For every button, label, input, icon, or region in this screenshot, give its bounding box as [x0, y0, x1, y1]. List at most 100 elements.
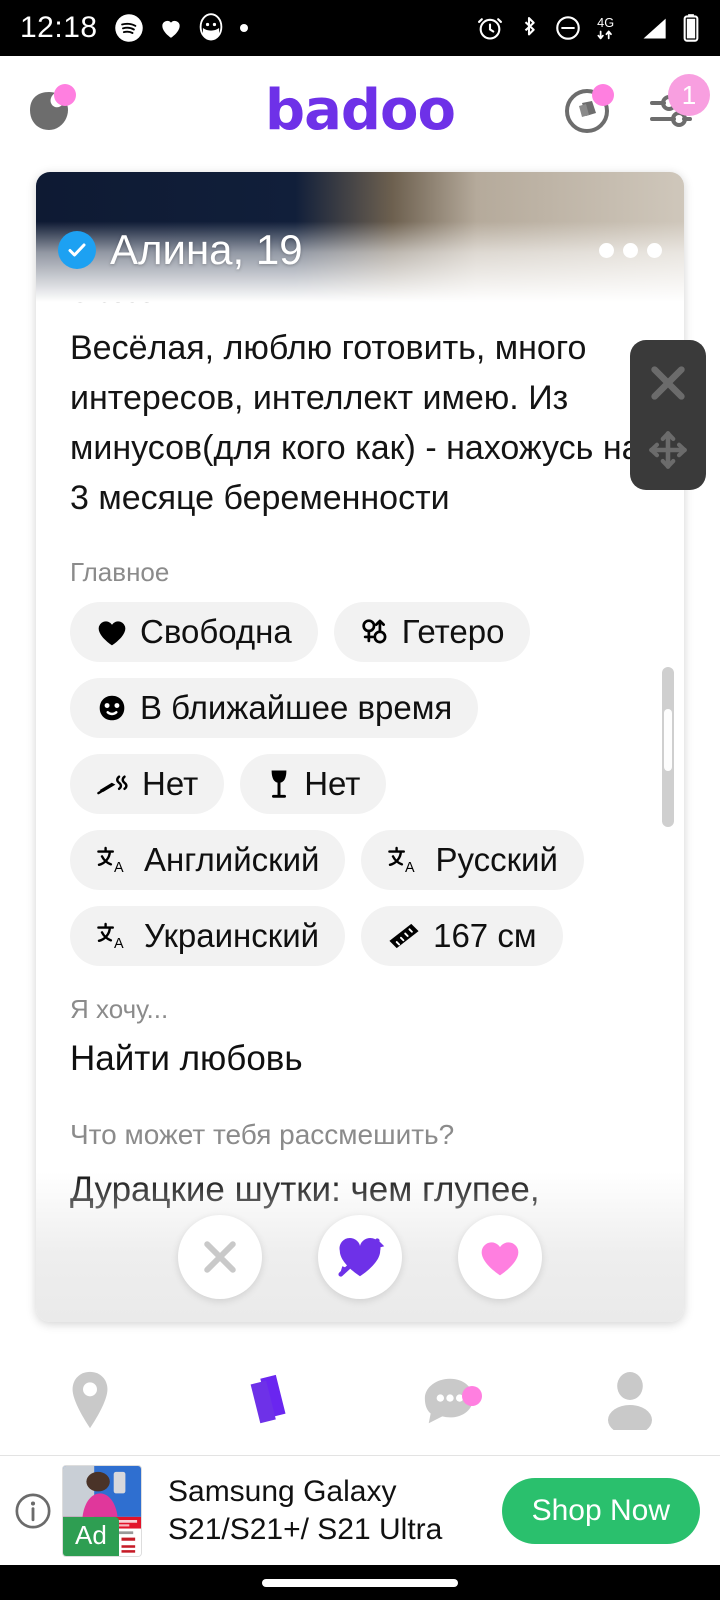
svg-text:A: A — [114, 936, 124, 951]
chip-label: Русский — [435, 840, 558, 878]
profile-name: Алина, 19 — [110, 226, 303, 273]
svg-text:A: A — [405, 860, 415, 875]
chip-label: Нет — [304, 764, 361, 802]
profile-chip-row-2: В ближайшее время — [70, 677, 650, 738]
chip-label: Гетеро — [401, 613, 505, 650]
chip-kids[interactable]: В ближайшее время — [70, 677, 479, 738]
no-smoking-icon — [97, 775, 128, 795]
profile-chip-row-4: A Английский A Русский — [70, 829, 650, 890]
wine-glass-icon — [271, 770, 287, 798]
heart-icon — [481, 1242, 519, 1276]
chip-smoking[interactable]: Нет — [70, 753, 225, 814]
profile-notification-dot — [54, 84, 76, 106]
chip-relationship-status[interactable]: Свободна — [70, 602, 318, 662]
profile-card[interactable]: Алина, 19 О себе Весёлая, люблю готовить… — [36, 172, 684, 1322]
want-value: Найти любовь — [70, 1038, 303, 1078]
4g-data-icon: 4G — [597, 16, 614, 40]
ruler-icon — [389, 923, 419, 948]
face-mask-icon — [199, 13, 222, 41]
chip-label: 167 см — [433, 916, 537, 954]
chat-notification-dot — [462, 1386, 482, 1406]
like-button[interactable] — [458, 1215, 542, 1299]
header-profile-button[interactable] — [20, 80, 82, 142]
status-bar-notification-icons — [114, 13, 250, 43]
profile-details: О себе Весёлая, люблю готовить, много ин… — [36, 302, 684, 1322]
bluetooth-icon — [524, 17, 535, 36]
chip-language-english[interactable]: A Английский — [70, 829, 346, 890]
nav-encounters[interactable] — [180, 1369, 360, 1431]
filter-badge: 1 — [668, 74, 710, 116]
baby-icon — [99, 695, 125, 721]
chip-label: В ближайшее время — [140, 688, 453, 726]
samsung-ad-thumbnail[interactable]: Ad — [62, 1464, 142, 1557]
floating-overlay-widget[interactable] — [630, 340, 706, 490]
nav-nearby[interactable] — [0, 1369, 180, 1431]
shop-now-button[interactable]: Shop Now — [501, 1477, 700, 1544]
chip-language-russian[interactable]: A Русский — [361, 829, 584, 890]
home-gesture-pill[interactable] — [262, 1578, 458, 1587]
close-icon[interactable] — [645, 360, 691, 406]
status-bar-system-icons: 4G — [476, 13, 700, 43]
profile-bubble-icon-wrap[interactable] — [20, 82, 78, 140]
nav-chat[interactable] — [360, 1372, 540, 1428]
alarm-icon — [477, 18, 503, 40]
translate-icon: A — [97, 846, 124, 875]
move-handle-icon[interactable] — [647, 429, 689, 471]
dot-icon — [239, 24, 248, 32]
nav-profile[interactable] — [540, 1370, 720, 1430]
encounters-notification-dot — [592, 84, 614, 106]
profile-chip-row-1: Свободна Гетеро — [70, 602, 650, 662]
ad-badge: Ad — [63, 1516, 119, 1556]
profile-name-row: Алина, 19 — [36, 220, 684, 280]
chip-drinking[interactable]: Нет — [240, 753, 387, 814]
ad-title: Samsung Galaxy S21/S21+/ S21 Ultra — [168, 1474, 443, 1546]
chip-label: Свободна — [140, 613, 292, 650]
profile-chip-row-5: A Украинский 167 см — [70, 905, 650, 966]
profile-bio: Весёлая, люблю готовить, много интересов… — [70, 329, 641, 517]
more-options-icon[interactable] — [599, 242, 662, 258]
chip-label: Нет — [142, 764, 199, 802]
status-bar: 12:18 4G — [0, 0, 720, 56]
about-section-label: О себе — [70, 302, 650, 309]
person-icon — [608, 1372, 652, 1430]
translate-icon: A — [388, 846, 415, 875]
chip-label: Украинский — [144, 916, 320, 954]
battery-icon — [683, 14, 699, 42]
do-not-disturb-icon — [556, 16, 580, 40]
hetero-gender-icon — [362, 619, 387, 644]
status-bar-clock: 12:18 — [20, 11, 98, 44]
svg-text:4G: 4G — [597, 16, 614, 30]
heart-icon — [161, 20, 180, 38]
superpower-button[interactable] — [318, 1215, 402, 1299]
card-scrollbar-thumb[interactable] — [664, 709, 672, 771]
encounters-button[interactable] — [558, 82, 616, 140]
question-answer: Дурацкие шутки: чем глупее, — [70, 1169, 540, 1209]
heart-icon — [98, 621, 126, 646]
signal-icon — [643, 18, 666, 39]
chip-language-ukrainian[interactable]: A Украинский — [70, 905, 346, 966]
filter-button[interactable]: 1 — [642, 74, 710, 140]
close-icon — [204, 1241, 236, 1273]
want-section-label: Я хочу... — [70, 993, 169, 1024]
profile-action-buttons — [0, 1215, 720, 1299]
pass-button[interactable] — [178, 1215, 262, 1299]
info-icon[interactable] — [14, 1492, 52, 1530]
cupid-heart-icon — [338, 1237, 385, 1277]
chip-height[interactable]: 167 см — [361, 905, 563, 966]
spotify-icon — [114, 14, 143, 42]
location-pin-icon — [72, 1371, 108, 1429]
translate-icon: A — [97, 922, 124, 951]
verified-badge-icon — [58, 231, 96, 269]
chip-label: Английский — [144, 840, 320, 878]
chip-sexuality[interactable]: Гетеро — [333, 602, 531, 662]
ad-banner[interactable]: Ad Samsung Galaxy S21/S21+/ S21 Ultra Sh… — [0, 1455, 720, 1565]
question-label: Что может тебя рассмешить? — [70, 1118, 455, 1150]
app-header: badoo 1 — [0, 56, 720, 166]
bottom-navigation — [0, 1345, 720, 1455]
profile-chip-row-3: Нет Нет — [70, 753, 650, 814]
header-actions: 1 — [558, 74, 710, 140]
card-scrollbar[interactable] — [662, 667, 674, 827]
gesture-navigation-bar — [0, 1565, 720, 1600]
svg-text:A: A — [114, 860, 124, 875]
phone-screen: 12:18 4G badoo 1 Алина, 19 Весёлая, любл… — [0, 0, 720, 1600]
